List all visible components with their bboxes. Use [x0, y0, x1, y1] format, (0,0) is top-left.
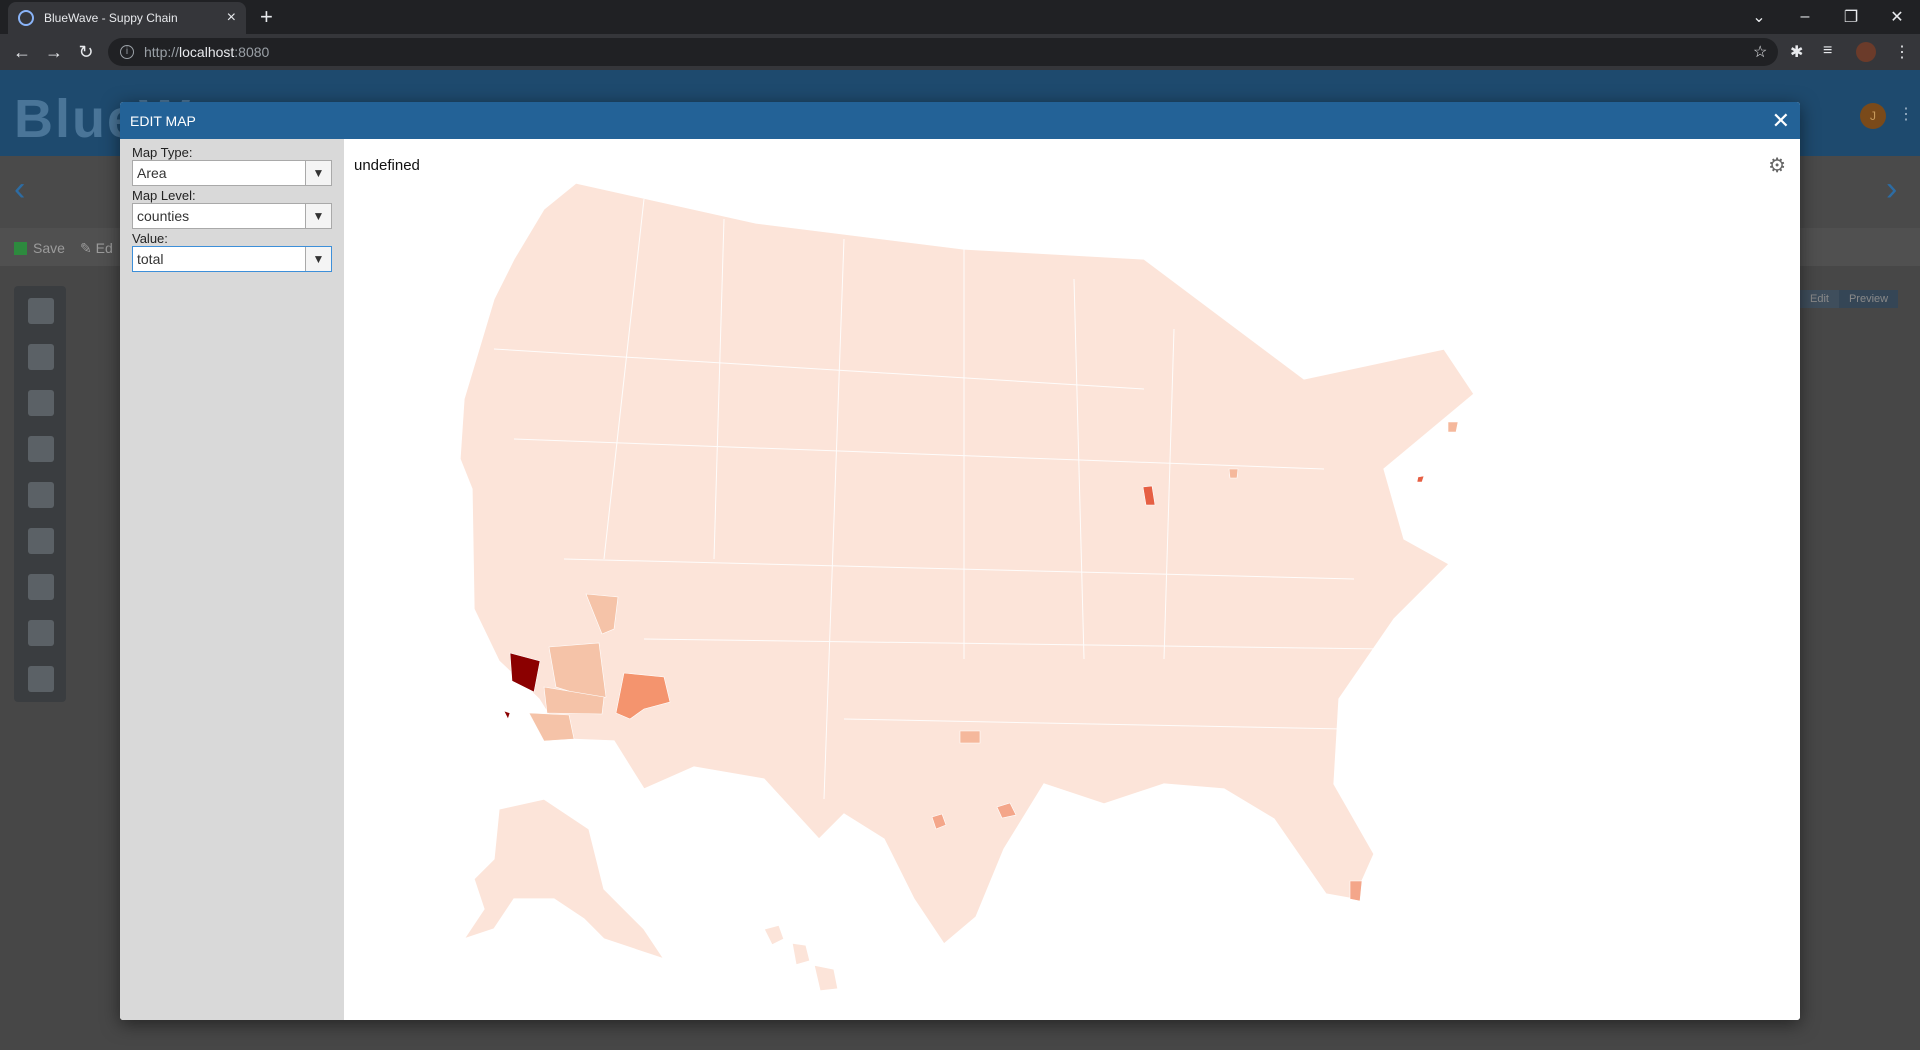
value-label: Value:: [132, 231, 168, 246]
link-icon[interactable]: [28, 620, 54, 646]
save-label: Save: [33, 240, 65, 256]
address-url: http://localhost:8080: [144, 44, 270, 60]
next-arrow-icon[interactable]: ›: [1886, 170, 1897, 209]
map-level-select[interactable]: counties ▼: [132, 203, 332, 229]
san-diego-county[interactable]: [528, 712, 575, 742]
dialog-title: EDIT MAP: [130, 112, 196, 129]
map-title: undefined: [354, 157, 420, 174]
prev-arrow-icon[interactable]: ‹: [14, 170, 25, 209]
edit-toggle[interactable]: Edit: [1800, 290, 1839, 308]
edit-map-dialog: EDIT MAP ✕ Map Type: Area ▼ Map Level: c…: [120, 102, 1800, 1020]
app-toolbox: [14, 286, 66, 702]
chevron-down-icon[interactable]: ▼: [305, 247, 331, 271]
map-preview: undefined ⚙: [344, 139, 1800, 1020]
wayne-county[interactable]: [1228, 468, 1239, 479]
hawaii-shape: [791, 942, 811, 966]
browser-menu-icon[interactable]: ⋮: [1894, 42, 1910, 62]
reload-icon[interactable]: ↻: [74, 40, 98, 64]
scatter-icon[interactable]: [28, 482, 54, 508]
close-tab-icon[interactable]: ×: [227, 9, 236, 27]
dallas-county[interactable]: [959, 730, 981, 744]
map-settings-panel: Map Type: Area ▼ Map Level: counties ▼ V…: [120, 139, 344, 1020]
tab-search-icon[interactable]: ⌄: [1736, 0, 1782, 34]
map-type-label: Map Type:: [132, 145, 193, 160]
forward-icon[interactable]: →: [42, 40, 66, 64]
value-select[interactable]: total ▼: [132, 246, 332, 272]
map-type-value: Area: [137, 165, 167, 181]
pie-chart-icon[interactable]: [28, 344, 54, 370]
info-icon[interactable]: i: [120, 45, 134, 59]
restore-icon[interactable]: ❐: [1828, 0, 1874, 34]
shuffle-icon[interactable]: [28, 574, 54, 600]
database-icon[interactable]: [28, 298, 54, 324]
edit-preview-toggle: Edit Preview: [1800, 290, 1899, 308]
alaska-shape: [462, 798, 666, 961]
map-level-value: counties: [137, 208, 190, 224]
app-menu-icon[interactable]: ⋮: [1898, 104, 1914, 124]
los-angeles-islands[interactable]: [503, 710, 511, 720]
globe-icon: [18, 10, 34, 26]
reading-list-icon[interactable]: ≡: [1823, 42, 1832, 60]
contiguous-us-shape: [459, 182, 1475, 945]
miami-dade-county[interactable]: [1349, 880, 1363, 902]
hawaii-shape: [813, 964, 839, 992]
back-icon[interactable]: ←: [10, 40, 34, 64]
browser-profile-avatar[interactable]: [1856, 42, 1876, 62]
close-icon[interactable]: ✕: [1772, 109, 1790, 132]
check-icon: [14, 242, 27, 255]
browser-tab[interactable]: BlueWave - Suppy Chain ×: [8, 2, 246, 34]
save-button[interactable]: Save: [14, 240, 65, 256]
middlesex-county[interactable]: [1447, 421, 1459, 433]
value-value: total: [137, 251, 164, 267]
edit-button[interactable]: ✎ Ed: [80, 240, 113, 257]
map-level-label: Map Level:: [132, 188, 196, 203]
browser-toolbar: ← → ↻ i http://localhost:8080: [0, 34, 1920, 70]
user-avatar[interactable]: J: [1860, 103, 1886, 129]
chevron-down-icon[interactable]: ▼: [305, 161, 331, 185]
dialog-header: EDIT MAP ✕: [120, 102, 1800, 139]
hawaii-shape: [763, 924, 785, 946]
bookmark-star-icon[interactable]: ☆: [1753, 42, 1767, 62]
gear-icon[interactable]: ⚙: [1768, 153, 1786, 178]
address-bar[interactable]: i http://localhost:8080: [108, 38, 1778, 66]
map-type-select[interactable]: Area ▼: [132, 160, 332, 186]
close-window-icon[interactable]: ✕: [1874, 0, 1920, 34]
map-icon[interactable]: [28, 528, 54, 554]
edit-label: Ed: [95, 240, 113, 256]
extensions-icon[interactable]: ✱: [1790, 42, 1803, 62]
new-tab-icon[interactable]: +: [260, 4, 273, 30]
chevron-down-icon[interactable]: ▼: [305, 204, 331, 228]
minimize-icon[interactable]: –: [1782, 0, 1828, 34]
browser-tabstrip: BlueWave - Suppy Chain × + ⌄ – ❐ ✕: [0, 0, 1920, 34]
new-york-city[interactable]: [1416, 475, 1425, 483]
us-county-map[interactable]: [344, 139, 1800, 1020]
line-chart-icon[interactable]: [28, 436, 54, 462]
browser-tab-title: BlueWave - Suppy Chain: [44, 11, 178, 25]
preview-toggle[interactable]: Preview: [1838, 290, 1899, 308]
grid-icon[interactable]: [28, 666, 54, 692]
bar-chart-icon[interactable]: [28, 390, 54, 416]
